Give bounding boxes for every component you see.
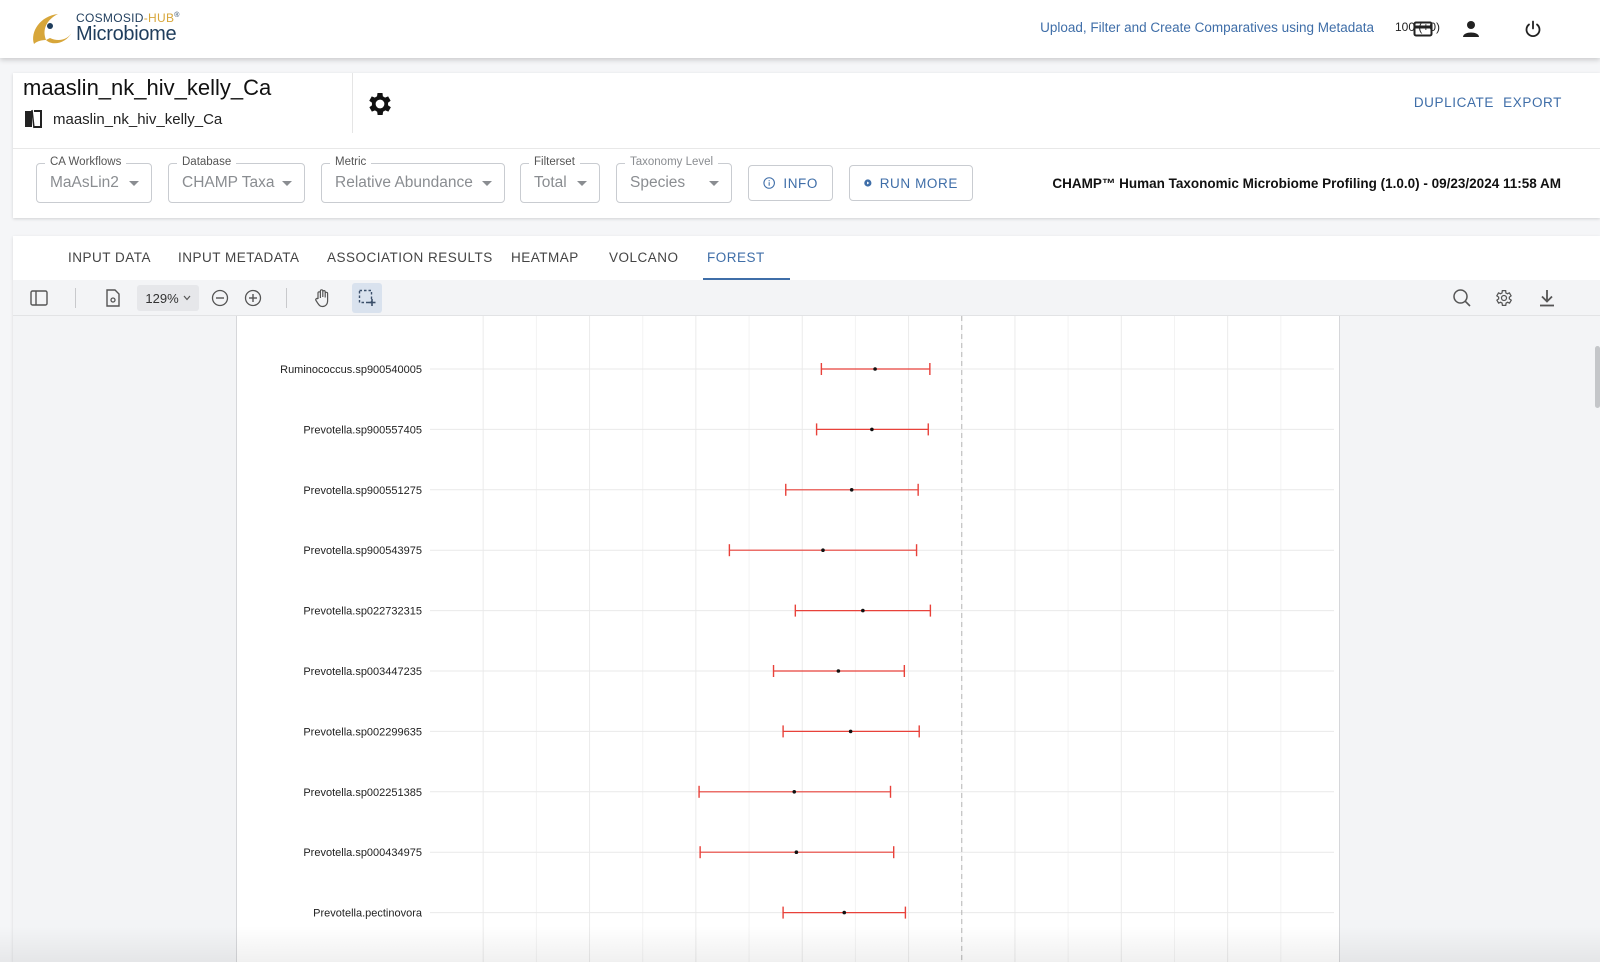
forest-row-label: Prevotella.sp022732315 bbox=[303, 606, 422, 618]
sidebar-toggle-icon[interactable] bbox=[27, 286, 51, 310]
metric-select[interactable]: Metric Relative Abundance bbox=[321, 156, 505, 203]
tab-volcano[interactable]: VOLCANO bbox=[609, 250, 679, 265]
estimate-point bbox=[821, 548, 825, 552]
pdf-page: Ruminococcus.sp900540005 Prevotella.sp900… bbox=[236, 316, 1340, 962]
toolbar-divider bbox=[286, 288, 287, 308]
tab-forest[interactable]: FOREST bbox=[707, 250, 765, 265]
page-fit-icon[interactable] bbox=[101, 286, 125, 310]
metadata-link[interactable]: Upload, Filter and Create Comparatives u… bbox=[1040, 20, 1374, 35]
export-button[interactable]: EXPORT bbox=[1503, 95, 1562, 110]
profile-info: CHAMP™ Human Taxonomic Microbiome Profil… bbox=[1052, 176, 1561, 191]
gear-icon[interactable] bbox=[365, 89, 395, 119]
chevron-down-icon bbox=[282, 181, 292, 186]
toolbar-divider bbox=[75, 288, 76, 308]
result-tabs: INPUT DATA INPUT METADATA ASSOCIATION RE… bbox=[13, 236, 1600, 280]
hand-tool-icon[interactable] bbox=[311, 286, 335, 310]
cosmosid-logo[interactable]: COSMOSID-HUB® Microbiome bbox=[28, 8, 198, 50]
comparative-subtitle: maaslin_nk_hiv_kelly_Ca bbox=[23, 109, 222, 129]
play-icon bbox=[864, 179, 872, 187]
results-panel: INPUT DATA INPUT METADATA ASSOCIATION RE… bbox=[13, 236, 1600, 962]
subtitle-text: maaslin_nk_hiv_kelly_Ca bbox=[53, 110, 223, 128]
estimate-point bbox=[792, 790, 797, 794]
pdf-viewer-area[interactable]: Ruminococcus.sp900540005 Prevotella.sp900… bbox=[13, 316, 1600, 962]
gear-icon[interactable] bbox=[1492, 286, 1516, 310]
title-divider bbox=[352, 73, 353, 133]
tab-input-metadata[interactable]: INPUT METADATA bbox=[178, 250, 300, 265]
user-icon[interactable] bbox=[1458, 16, 1484, 42]
forest-row-label: Ruminococcus.sp900540005 bbox=[280, 364, 422, 376]
estimate-point bbox=[848, 729, 853, 734]
chevron-down-icon bbox=[709, 181, 719, 186]
estimate-point bbox=[873, 367, 877, 371]
ca-workflows-select[interactable]: CA Workflows MaAsLin2 bbox=[36, 156, 152, 203]
info-button[interactable]: INFO bbox=[748, 165, 833, 201]
tab-association-results[interactable]: ASSOCIATION RESULTS bbox=[327, 250, 493, 265]
estimate-point bbox=[870, 427, 874, 432]
estimate-point bbox=[836, 669, 841, 673]
download-icon[interactable] bbox=[1535, 286, 1559, 310]
forest-row-label: Prevotella.pectinovora bbox=[313, 908, 423, 920]
estimate-point bbox=[849, 488, 854, 492]
estimate-point bbox=[842, 910, 847, 915]
chevron-down-icon bbox=[482, 181, 492, 186]
top-bar: COSMOSID-HUB® Microbiome Upload, Filter … bbox=[0, 0, 1600, 58]
selection-tool-icon[interactable] bbox=[352, 283, 382, 313]
zoom-out-icon[interactable] bbox=[208, 286, 232, 310]
pdf-viewer-toolbar: 129% bbox=[13, 280, 1600, 316]
filterset-select[interactable]: Filterset Total bbox=[520, 156, 600, 203]
forest-row-label: Prevotella.sp900557405 bbox=[303, 424, 422, 436]
run-more-button[interactable]: RUN MORE bbox=[849, 165, 973, 201]
zoom-in-icon[interactable] bbox=[241, 286, 265, 310]
forest-plot: Ruminococcus.sp900540005 Prevotella.sp900… bbox=[280, 316, 1334, 962]
compare-icon bbox=[25, 109, 42, 129]
page-title: maaslin_nk_hiv_kelly_Ca bbox=[23, 75, 272, 100]
forest-row-label: Prevotella.sp002299635 bbox=[303, 726, 422, 738]
chevron-down-icon bbox=[577, 181, 587, 186]
scrollbar[interactable] bbox=[1595, 346, 1600, 408]
analysis-header: maaslin_nk_hiv_kelly_Ca maaslin_nk_hiv_k… bbox=[13, 73, 1600, 218]
logo-bottom-text: Microbiome bbox=[76, 23, 177, 45]
credit-card-icon[interactable] bbox=[1410, 16, 1436, 42]
duplicate-button[interactable]: DUPLICATE bbox=[1414, 95, 1494, 110]
forest-row-label: Prevotella.sp002251385 bbox=[303, 787, 422, 799]
estimate-point bbox=[861, 608, 865, 613]
taxonomy-level-select[interactable]: Taxonomy Level Species bbox=[616, 156, 732, 203]
search-icon[interactable] bbox=[1450, 286, 1474, 310]
chevron-down-icon bbox=[183, 295, 191, 301]
tab-input-data[interactable]: INPUT DATA bbox=[68, 250, 151, 265]
header-divider bbox=[13, 148, 1600, 149]
logo-mark-icon bbox=[33, 14, 72, 44]
power-icon[interactable] bbox=[1520, 16, 1546, 42]
database-select[interactable]: Database CHAMP Taxa bbox=[168, 156, 305, 203]
forest-row-label: Prevotella.sp900551275 bbox=[303, 485, 422, 497]
tab-heatmap[interactable]: HEATMAP bbox=[511, 250, 579, 265]
info-icon bbox=[763, 177, 775, 189]
estimate-point bbox=[794, 850, 799, 854]
chevron-down-icon bbox=[129, 181, 139, 186]
forest-row-label: Prevotella.sp003447235 bbox=[303, 666, 422, 678]
zoom-select[interactable]: 129% bbox=[137, 285, 199, 311]
forest-row-label: Prevotella.sp000434975 bbox=[303, 847, 422, 859]
forest-row-label: Prevotella.sp900543975 bbox=[303, 545, 422, 557]
